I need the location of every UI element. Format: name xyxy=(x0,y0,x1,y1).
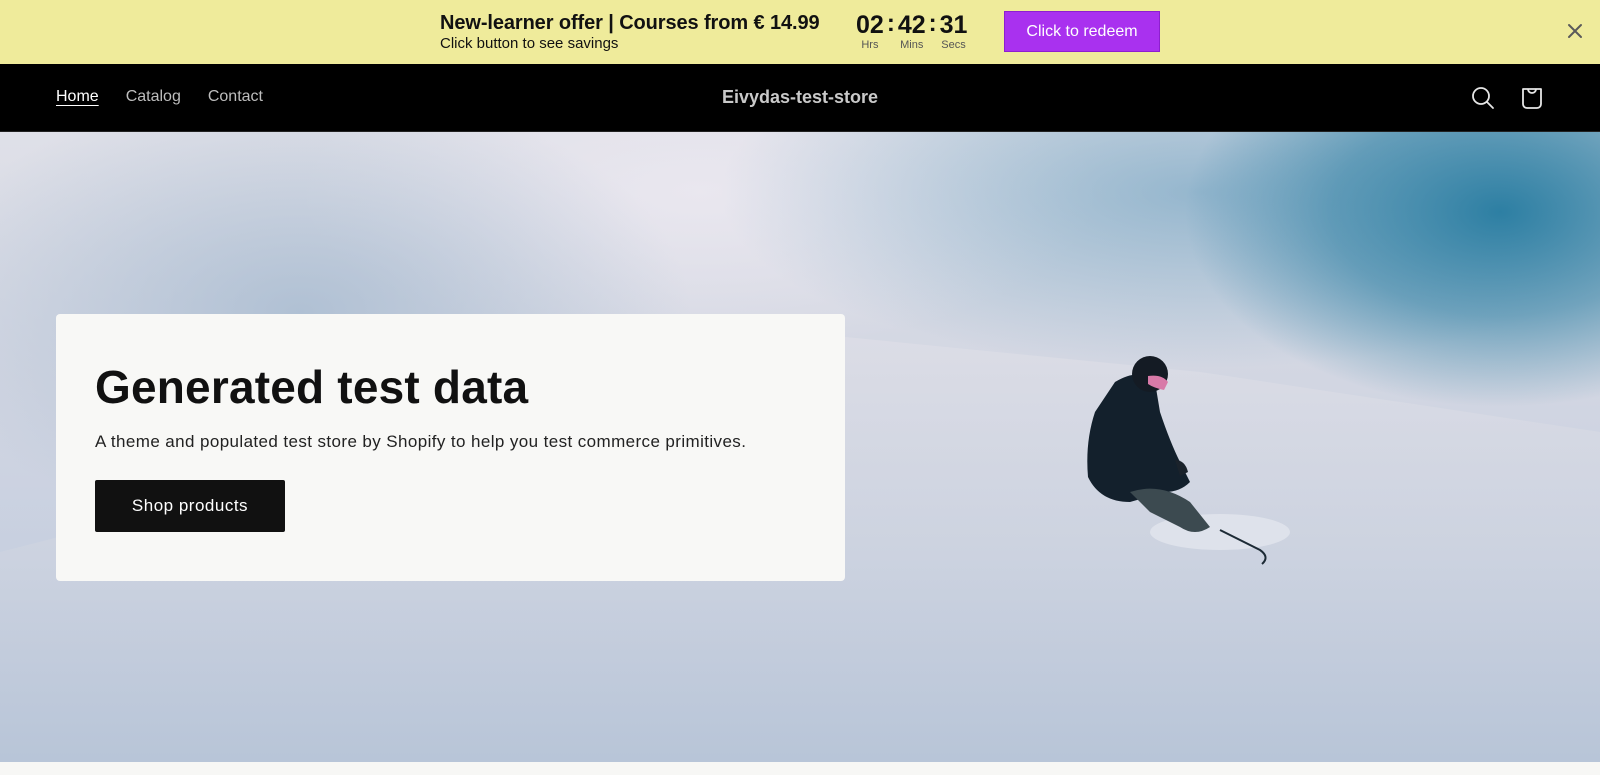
countdown-minutes-label: Mins xyxy=(900,39,924,51)
hero-title: Generated test data xyxy=(95,361,529,413)
countdown-minutes-value: 42 xyxy=(897,11,926,39)
promo-text: New-learner offer | Courses from € 14.99… xyxy=(440,11,820,53)
page-content-start xyxy=(0,762,1600,775)
promo-subtitle: Click button to see savings xyxy=(440,35,619,52)
cart-icon[interactable] xyxy=(1518,84,1546,112)
countdown-seconds-value: 31 xyxy=(939,11,968,39)
snowboarder-icon xyxy=(1087,356,1290,565)
countdown-timer: 02 Hrs : 42 Mins : 31 Secs xyxy=(856,10,968,52)
hero-banner: Generated test data A theme and populate… xyxy=(0,132,1600,762)
close-icon[interactable] xyxy=(1566,22,1584,40)
promo-title: New-learner offer | Courses from € 14.99 xyxy=(440,12,820,34)
redeem-button[interactable]: Click to redeem xyxy=(1004,11,1160,52)
shop-products-button[interactable]: Shop products xyxy=(95,480,285,532)
countdown-seconds-label: Secs xyxy=(941,39,966,51)
countdown-separator: : xyxy=(886,10,895,37)
hero-card: Generated test data A theme and populate… xyxy=(56,314,845,581)
hero-subtitle: A theme and populated test store by Shop… xyxy=(95,432,747,451)
countdown-hours-label: Hrs xyxy=(861,39,879,51)
countdown-hours-value: 02 xyxy=(856,11,884,39)
countdown-minutes: 42 Mins xyxy=(898,12,926,51)
store-logo[interactable]: Eivydas-test-store xyxy=(0,87,1600,108)
countdown-separator: : xyxy=(928,10,937,37)
promo-bar: New-learner offer | Courses from € 14.99… xyxy=(0,0,1600,64)
site-header: Home Catalog Contact Eivydas-test-store xyxy=(0,64,1600,132)
countdown-seconds: 31 Secs xyxy=(940,12,968,51)
search-icon[interactable] xyxy=(1469,84,1497,112)
countdown-hours: 02 Hrs xyxy=(856,12,884,51)
